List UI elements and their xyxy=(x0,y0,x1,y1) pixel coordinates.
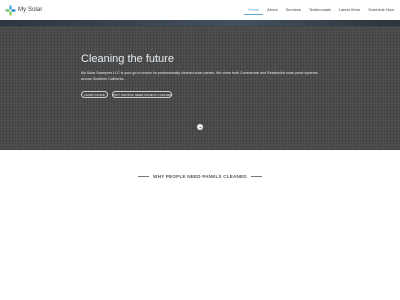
section-divider-right xyxy=(250,175,262,177)
nav-services[interactable]: Services xyxy=(282,4,305,15)
section-header: WHY PEOPLE NEED PANELS CLEANED xyxy=(0,171,400,181)
nav-latest-work[interactable]: Latest Work xyxy=(335,4,364,15)
brand-logo[interactable]: My Solar xyxy=(5,4,43,16)
brand-name: My Solar xyxy=(18,7,43,13)
hero-description: My Solar Sweepers LLC is your go-to choi… xyxy=(81,71,318,81)
section-divider-left xyxy=(138,175,150,177)
hero-title: Cleaning the future xyxy=(81,53,174,65)
top-navigation-bar: My Solar Home About Services Testimonial… xyxy=(0,0,400,20)
leaf-flower-logo-icon xyxy=(5,4,16,16)
section-title: WHY PEOPLE NEED PANELS CLEANED xyxy=(153,173,247,179)
why-clean-panels-button[interactable]: WHY PEOPLE NEED PANELS CLEANED xyxy=(112,91,172,98)
scroll-down-button[interactable] xyxy=(197,124,203,130)
main-nav: Home About Services Testimonials Latest … xyxy=(244,4,398,15)
nav-testimonials[interactable]: Testimonials xyxy=(305,4,335,15)
nav-about[interactable]: About xyxy=(263,4,281,15)
chevron-down-icon xyxy=(198,126,202,128)
hero-section: Cleaning the future My Solar Sweepers LL… xyxy=(0,26,400,150)
nav-schedule-now[interactable]: Schedule Now xyxy=(364,4,398,15)
nav-home[interactable]: Home xyxy=(244,4,264,15)
learn-more-button[interactable]: LEARN MORE xyxy=(81,91,108,98)
